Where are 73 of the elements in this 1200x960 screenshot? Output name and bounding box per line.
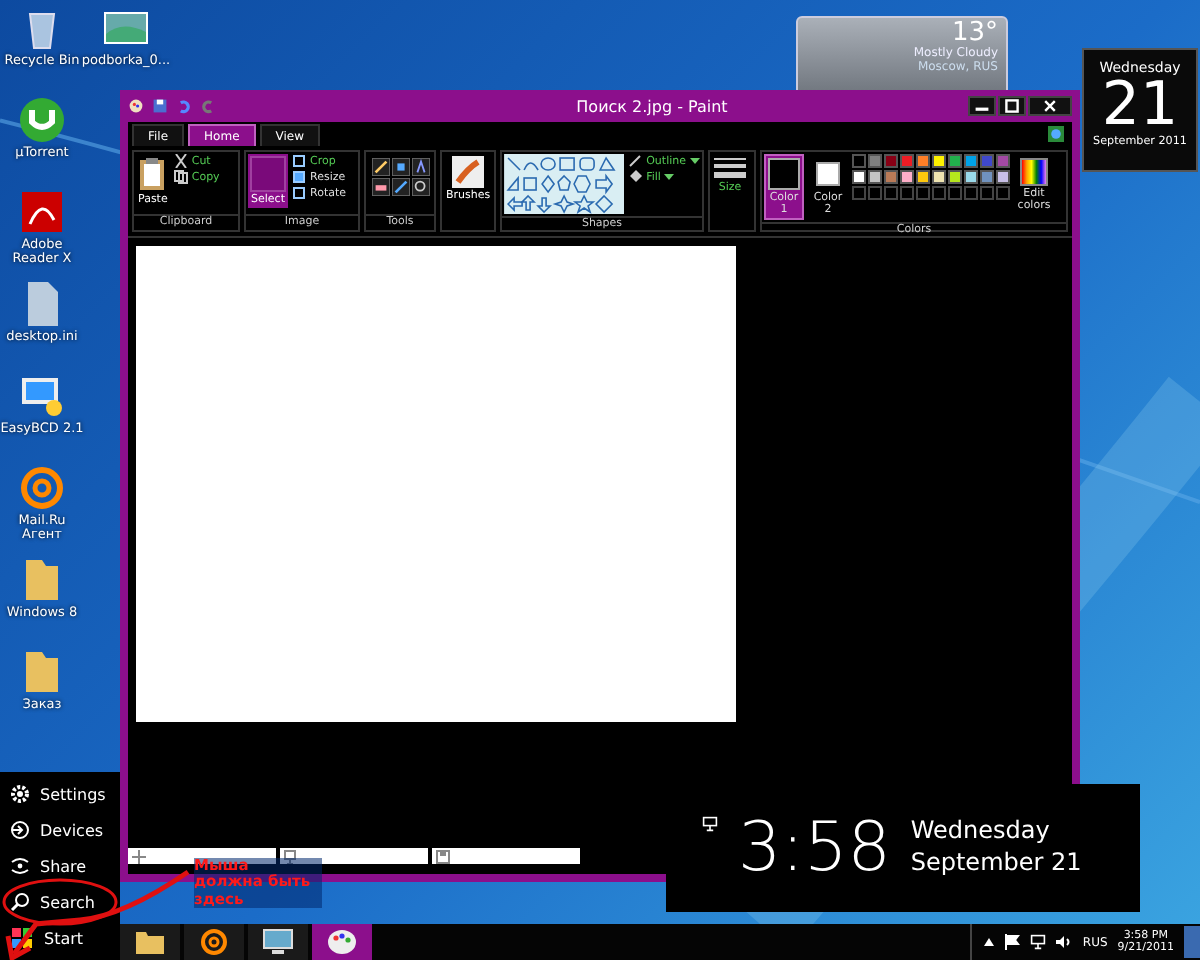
color-swatch[interactable] (996, 154, 1010, 168)
devices-icon (10, 820, 30, 840)
scissors-icon (173, 154, 188, 168)
at-sign-icon (200, 928, 228, 956)
date-text: September 21 (910, 848, 1082, 880)
network-icon[interactable] (1030, 934, 1047, 950)
date-number: 21 (1101, 76, 1179, 136)
tool-icon[interactable] (412, 178, 430, 196)
bucket-icon (628, 170, 643, 184)
maximize-button[interactable] (998, 96, 1026, 116)
color-swatch[interactable] (932, 170, 946, 184)
tool-icon[interactable] (372, 178, 390, 196)
flag-icon[interactable] (1004, 934, 1021, 950)
color-swatch[interactable] (980, 154, 994, 168)
color-swatch[interactable] (980, 170, 994, 184)
color-swatch[interactable] (900, 170, 914, 184)
clock-time: 3:58 (738, 808, 891, 888)
charm-button[interactable]: Search (0, 886, 120, 918)
color-swatch[interactable] (868, 154, 882, 168)
color-swatch[interactable] (948, 154, 962, 168)
charm-button[interactable]: Settings (0, 778, 120, 810)
temperature-text: 13° (951, 20, 998, 46)
undo-icon[interactable] (176, 98, 192, 114)
minimize-button[interactable] (968, 96, 996, 116)
color-swatch[interactable] (964, 154, 978, 168)
maximize-icon (1004, 98, 1020, 114)
color-swatch[interactable] (852, 154, 866, 168)
window-title: Поиск 2.jpg - Paint (574, 97, 730, 115)
taskbar-app[interactable] (120, 924, 180, 960)
color-swatch[interactable] (932, 154, 946, 168)
annotation-circle (2, 878, 118, 926)
monitor-icon (262, 928, 294, 956)
color-swatch[interactable] (868, 170, 882, 184)
pen-icon (628, 154, 643, 168)
color-swatch[interactable] (964, 170, 978, 184)
crosshair-icon (132, 849, 146, 863)
windows-logo-icon (10, 926, 34, 950)
speaker-icon[interactable] (1056, 934, 1073, 950)
palette-icon (326, 928, 358, 956)
shapes-gallery[interactable] (504, 154, 625, 214)
color-swatch[interactable] (996, 170, 1010, 184)
caret-icon (690, 157, 700, 165)
show-hidden-icons-icon[interactable] (984, 938, 995, 946)
charm-button[interactable]: Devices (0, 814, 120, 846)
tool-icon[interactable] (392, 158, 410, 176)
save-icon[interactable] (152, 98, 168, 114)
tool-icon[interactable] (392, 178, 410, 196)
color-swatch[interactable] (884, 170, 898, 184)
gear-icon (10, 784, 30, 804)
paint-app-icon[interactable] (128, 98, 144, 114)
color-swatch[interactable] (948, 170, 962, 184)
close-icon (1042, 98, 1058, 114)
share-icon (10, 856, 30, 876)
weekday-text: Wednesday (910, 816, 1052, 848)
network-icon (702, 816, 718, 832)
color-swatch[interactable] (916, 170, 930, 184)
selection-icon (284, 849, 298, 863)
charm-button[interactable]: Start (0, 922, 120, 954)
close-button[interactable] (1028, 96, 1072, 116)
color-swatch[interactable] (900, 154, 914, 168)
color-swatch[interactable] (916, 154, 930, 168)
search-icon (10, 892, 30, 912)
charm-button[interactable]: Share (0, 850, 120, 882)
taskbar-app[interactable] (248, 924, 308, 960)
tool-icon[interactable] (412, 158, 430, 176)
caret-icon (664, 173, 675, 181)
taskbar-app[interactable] (184, 924, 244, 960)
color-swatch[interactable] (852, 170, 866, 184)
taskbar-app[interactable] (312, 924, 372, 960)
copy-icon (173, 170, 188, 184)
tool-icon[interactable] (372, 158, 390, 176)
folder-icon (134, 928, 166, 956)
color-swatch[interactable] (884, 154, 898, 168)
